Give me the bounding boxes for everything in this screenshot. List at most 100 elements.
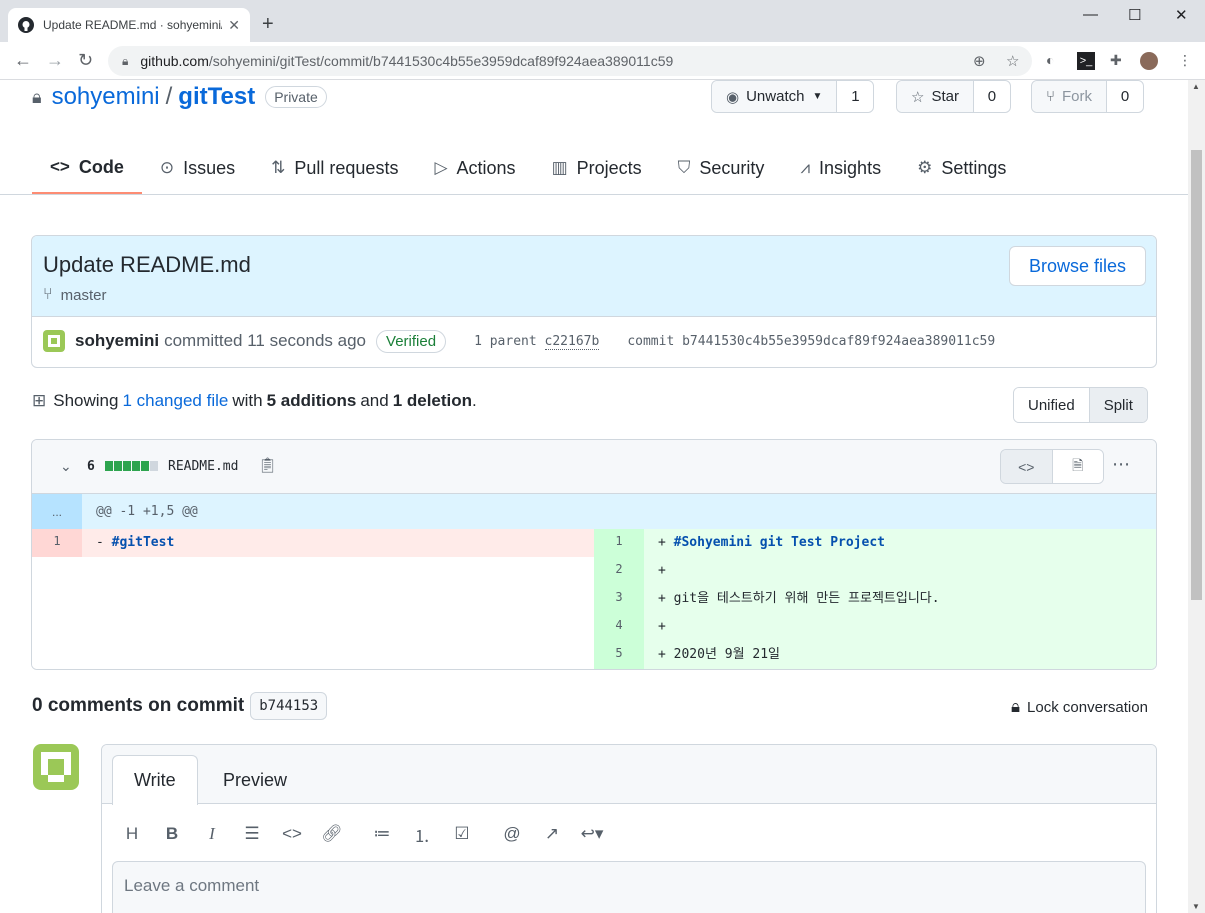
chevron-down-icon[interactable]: ⌄	[60, 458, 72, 475]
bold-icon[interactable]: B	[152, 821, 192, 847]
new-tab-icon[interactable]: +	[262, 13, 274, 36]
split-button[interactable]: Split	[1088, 388, 1147, 422]
unordered-list-icon[interactable]: ≔	[362, 821, 402, 847]
maximize-icon[interactable]: ☐	[1128, 6, 1141, 24]
kebab-menu-icon[interactable]: ⋯	[1112, 454, 1130, 475]
star-count[interactable]: 0	[973, 81, 1010, 112]
copy-path-icon[interactable]: 📋︎	[258, 456, 277, 474]
line-prefix: -	[96, 535, 112, 550]
ordered-list-icon[interactable]: ⒈	[402, 821, 442, 847]
browse-files-button[interactable]: Browse files	[1009, 246, 1146, 286]
fork-count[interactable]: 0	[1107, 81, 1144, 112]
browser-tabstrip: Update README.md · sohyemini/gitTest ✕ +…	[0, 0, 1205, 42]
changed-files-link[interactable]: 1 changed file	[122, 391, 228, 411]
line-number[interactable]: 1	[32, 529, 82, 557]
expand-hunk-button[interactable]: ...	[32, 494, 82, 529]
browser-tab[interactable]: Update README.md · sohyemini/gitTest ✕	[8, 8, 250, 42]
preview-tab[interactable]: Preview	[202, 755, 308, 805]
added-line: 1 + #Sohyemini git Test Project	[594, 529, 1156, 557]
menu-dots-icon[interactable]: ⋮	[1178, 52, 1196, 70]
star-button[interactable]: ☆ Star	[897, 81, 974, 112]
cross-reference-icon[interactable]: ↗	[532, 821, 572, 847]
watch-count[interactable]: 1	[837, 81, 874, 112]
nav-divider	[0, 194, 1188, 195]
fork-button[interactable]: ⑂ Fork	[1032, 81, 1108, 112]
extension-circle-icon[interactable]: ◐	[1046, 52, 1064, 70]
commit-action: committed 11 seconds ago	[164, 331, 367, 350]
line-code: +	[658, 557, 666, 585]
line-number[interactable]: 2	[594, 557, 644, 585]
address-bar[interactable]: 🔒︎ github.com/sohyemini/gitTest/commit/b…	[108, 46, 1032, 76]
heading-icon[interactable]: H	[112, 821, 152, 847]
unwatch-button[interactable]: ◉ Unwatch ▼	[712, 81, 838, 112]
line-number[interactable]: 1	[594, 529, 644, 557]
nav-actions[interactable]: ▷ Actions	[416, 142, 533, 194]
added-line: 4 +	[594, 613, 1156, 641]
reload-icon[interactable]: ↻	[78, 50, 93, 71]
diffstat-add-block	[105, 461, 113, 471]
tab-title: Update README.md · sohyemini/gitTest	[43, 18, 222, 32]
nav-label: Pull requests	[294, 157, 399, 178]
branch-name[interactable]: master	[61, 287, 107, 304]
nav-code[interactable]: <> Code	[32, 142, 142, 194]
repo-owner-link[interactable]: sohyemini	[52, 83, 160, 111]
nav-issues[interactable]: ⊙ Issues	[142, 142, 253, 194]
italic-icon[interactable]: I	[192, 821, 232, 847]
bookmark-star-icon[interactable]: ☆	[1006, 52, 1019, 70]
author-link[interactable]: sohyemini	[75, 331, 159, 351]
code-icon[interactable]: <>	[272, 821, 312, 847]
quote-icon[interactable]: ☰	[232, 821, 272, 847]
code-icon[interactable]: <>	[1001, 450, 1053, 483]
close-window-icon[interactable]: ✕	[1175, 6, 1188, 24]
nav-label: Issues	[183, 157, 236, 178]
line-content: #Sohyemini git Test Project	[673, 535, 885, 550]
line-number[interactable]: 3	[594, 585, 644, 613]
file-header: ⌄ 6 README.md 📋︎ <> 🗎 ⋯	[32, 440, 1156, 494]
diff-count: 6	[87, 459, 95, 474]
link-icon[interactable]: 🔗︎	[312, 821, 352, 847]
verified-badge[interactable]: Verified	[376, 329, 447, 353]
parent-sha-link[interactable]: c22167b	[544, 333, 600, 350]
back-icon[interactable]: ←	[14, 50, 32, 71]
visibility-badge: Private	[265, 86, 327, 108]
file-icon[interactable]: 🗎	[1052, 450, 1103, 483]
profile-avatar[interactable]	[1140, 52, 1158, 70]
mention-icon[interactable]: @	[492, 821, 532, 847]
lock-conversation-button[interactable]: 🔒︎ Lock conversation	[1011, 697, 1148, 717]
forward-icon[interactable]: →	[46, 50, 64, 71]
zoom-icon[interactable]: ⊕	[973, 52, 986, 70]
saved-replies-icon[interactable]: ↩▾	[572, 821, 612, 847]
terminal-icon[interactable]: >_	[1077, 52, 1095, 70]
commit-branch: ⑂ master	[43, 286, 106, 304]
nav-label: Security	[699, 157, 765, 178]
line-content: git을 테스트하기 위해 만든 프로젝트입니다.	[673, 591, 940, 606]
commit-label: commit	[627, 333, 675, 349]
line-prefix: +	[658, 563, 666, 578]
minimize-icon[interactable]: —	[1083, 6, 1098, 23]
unified-button[interactable]: Unified	[1014, 388, 1089, 422]
write-tab[interactable]: Write	[112, 755, 198, 805]
repo-name-link[interactable]: gitTest	[178, 83, 255, 111]
nav-settings[interactable]: ⚙ Settings	[899, 142, 1024, 194]
nav-insights[interactable]: ⩘ Insights	[782, 142, 899, 194]
diff-filename[interactable]: README.md	[168, 459, 238, 474]
author-avatar[interactable]	[43, 330, 65, 352]
task-list-icon[interactable]: ☑	[442, 821, 482, 847]
scroll-up-icon[interactable]: ▲	[1192, 82, 1200, 91]
line-number[interactable]: 5	[594, 641, 644, 669]
puzzle-icon[interactable]: ✚	[1110, 52, 1128, 70]
commit-header: Update README.md ⑂ master Browse files	[32, 236, 1156, 317]
nav-projects[interactable]: ▥ Projects	[534, 142, 660, 194]
scroll-down-icon[interactable]: ▼	[1192, 902, 1200, 911]
close-tab-icon[interactable]: ✕	[228, 17, 240, 34]
comment-textarea[interactable]: Leave a comment	[112, 861, 1146, 913]
page-scrollbar[interactable]: ▲ ▼	[1188, 80, 1205, 913]
summary-with: with	[232, 391, 263, 410]
line-number[interactable]: 4	[594, 613, 644, 641]
user-avatar[interactable]	[33, 744, 79, 790]
scroll-thumb[interactable]	[1191, 150, 1202, 600]
line-content: #gitTest	[111, 535, 175, 550]
nav-pull-requests[interactable]: ⇅ Pull requests	[253, 142, 416, 194]
nav-security[interactable]: ⛉ Security	[660, 142, 783, 194]
summary-showing: Showing	[53, 391, 119, 410]
